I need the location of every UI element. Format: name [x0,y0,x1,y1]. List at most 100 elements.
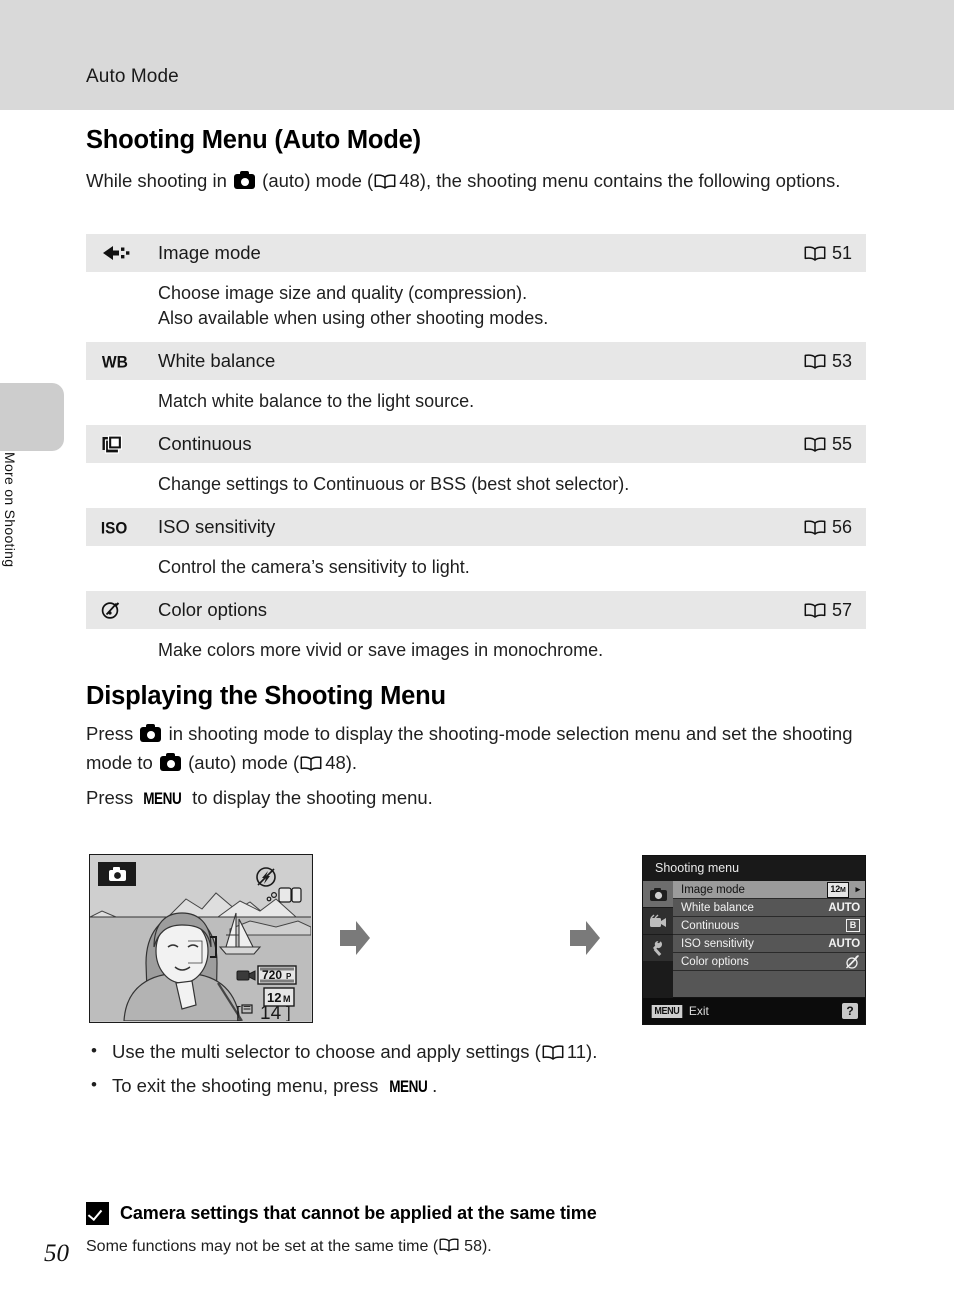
option-label: Continuous [158,433,252,454]
intro-text-after: ), the shooting menu contains the follow… [419,170,841,191]
option-page-ref: 53 [803,351,866,372]
page-ref-number: 53 [831,350,852,371]
auto-camera-icon [140,724,162,742]
menu-key-icon: MENU [143,790,183,808]
shooting-menu-options-table: Image mode 51 Choose image size and qual… [86,234,866,674]
caution-note-title: Camera settings that cannot be applied a… [120,1203,597,1223]
page-ref-number: 57 [831,599,852,620]
table-row-header: WB White balance 53 [86,342,866,380]
bullet-text-after: ). [586,1041,598,1062]
option-page-ref: 51 [803,243,866,264]
book-reference-icon [804,245,826,261]
chapter-side-tab [0,383,64,451]
press-menu-after: to display the shooting menu. [192,787,433,808]
page-number: 50 [44,1240,69,1267]
continuous-single-badge: B [845,919,860,932]
menu-row-label: White balance [681,901,754,914]
menu-row-color-options[interactable]: Color options [673,953,865,971]
svg-text:WB: WB [102,353,128,372]
menu-row-iso-sensitivity[interactable]: ISO sensitivity AUTO [673,935,865,953]
table-row-header: Continuous 55 [86,425,866,463]
menu-row-label: Image mode [681,883,745,896]
color-options-icon [86,591,158,629]
book-reference-icon [374,174,396,189]
menu-row-value: B [845,919,860,932]
menu-screen-body: Image mode 12M ▸ White balance AUTO Cont… [643,881,865,999]
instruction-bullet-list: Use the multi selector to choose and app… [86,1037,876,1107]
book-reference-icon [542,1045,564,1060]
menu-row-value: AUTO [828,937,860,950]
white-balance-icon: WB [86,342,158,380]
option-description-text: Make colors more vivid or save images in… [158,640,604,660]
caution-note-header: Camera settings that cannot be applied a… [86,1202,886,1225]
bullet-text-before: To exit the shooting menu, press [112,1075,379,1096]
manual-page: Auto Mode More on Shooting Shooting Menu… [0,0,954,1314]
shooting-tab-icon[interactable] [643,881,673,907]
help-icon[interactable]: ? [842,1003,858,1019]
section-title-displaying-shooting-menu: Displaying the Shooting Menu [86,682,446,710]
press-text-before: Press [86,723,134,744]
menu-row-label: Color options [681,955,749,968]
bullet-text-after: . [432,1075,438,1096]
option-label: White balance [158,350,276,371]
option-description: Change settings to Continuous or BSS (be… [86,463,866,508]
menu-row-value: 12M ▸ [827,881,861,898]
bullet-multi-selector: Use the multi selector to choose and app… [86,1037,876,1066]
book-reference-icon [804,353,826,369]
press-text-mid2: (auto) mode ( [188,752,300,773]
table-row-header: ISO ISO sensitivity 56 [86,508,866,546]
option-label: ISO sensitivity [158,516,276,537]
chevron-right-icon: ▸ [855,884,861,894]
camera-live-view-illustration: 720 P 12 M [ 14 ] [89,854,313,1023]
movie-tab-icon[interactable] [643,908,673,934]
menu-key-icon: MENU [388,1078,428,1096]
table-row-header: Color options 57 [86,591,866,629]
book-reference-icon [804,519,826,535]
svg-text:720: 720 [262,968,282,982]
option-page-ref: 56 [803,517,866,538]
note-text-after: ). [481,1238,492,1255]
iso-icon: ISO [86,508,158,546]
option-description: Make colors more vivid or save images in… [86,629,866,674]
shooting-menu-screen-illustration: Shooting menu Image mode 12M ▸ White bal… [642,855,866,1025]
option-description-text: Control the camera’s sensitivity to ligh… [158,557,470,577]
option-description-text: Choose image size and quality (compressi… [158,283,549,328]
intro-page-ref: 48 [399,170,420,191]
book-reference-icon [804,602,826,618]
page-ref-number: 51 [831,242,852,263]
image-mode-badge: 12M [827,881,849,898]
svg-text:P: P [286,972,292,981]
caution-checkmark-icon [86,1202,109,1225]
menu-screen-title: Shooting menu [643,856,865,881]
bullet-text-before: Use the multi selector to choose and app… [112,1041,541,1062]
intro-text-mid: (auto) mode ( [262,170,374,191]
option-label: Color options [158,599,268,620]
svg-text:14: 14 [260,1003,282,1021]
menu-row-continuous[interactable]: Continuous B [673,917,865,935]
svg-text:[: [ [236,1003,241,1021]
menu-screen-list: Image mode 12M ▸ White balance AUTO Cont… [673,881,865,999]
bullet-page-ref: 11 [566,1041,587,1062]
chapter-title: Auto Mode [86,66,179,87]
setup-tab-icon[interactable] [643,935,673,961]
menu-row-white-balance[interactable]: White balance AUTO [673,899,865,917]
menu-list-filler [673,971,865,997]
note-page-ref: 58 [464,1238,482,1255]
menu-row-label: Continuous [681,919,740,932]
menu-row-value: AUTO [828,901,860,914]
flow-arrow-icon [568,919,602,957]
shooting-menu-intro: While shooting in (auto) mode ( 48), the… [86,166,876,195]
continuous-icon [86,425,158,463]
menu-key-badge: MENU [651,1004,683,1018]
menu-exit-label: Exit [688,1004,709,1018]
caution-note: Camera settings that cannot be applied a… [86,1202,886,1258]
option-description: Match white balance to the light source. [86,380,866,425]
chapter-side-tab-label: More on Shooting [2,452,18,568]
press-camera-paragraph: Press in shooting mode to display the sh… [86,719,876,777]
menu-row-image-mode[interactable]: Image mode 12M ▸ [673,881,865,899]
book-reference-icon [804,436,826,452]
page-ref-number: 56 [831,516,852,537]
option-label: Image mode [158,242,261,263]
color-off-icon [845,954,860,969]
section-title-shooting-menu: Shooting Menu (Auto Mode) [86,126,421,154]
